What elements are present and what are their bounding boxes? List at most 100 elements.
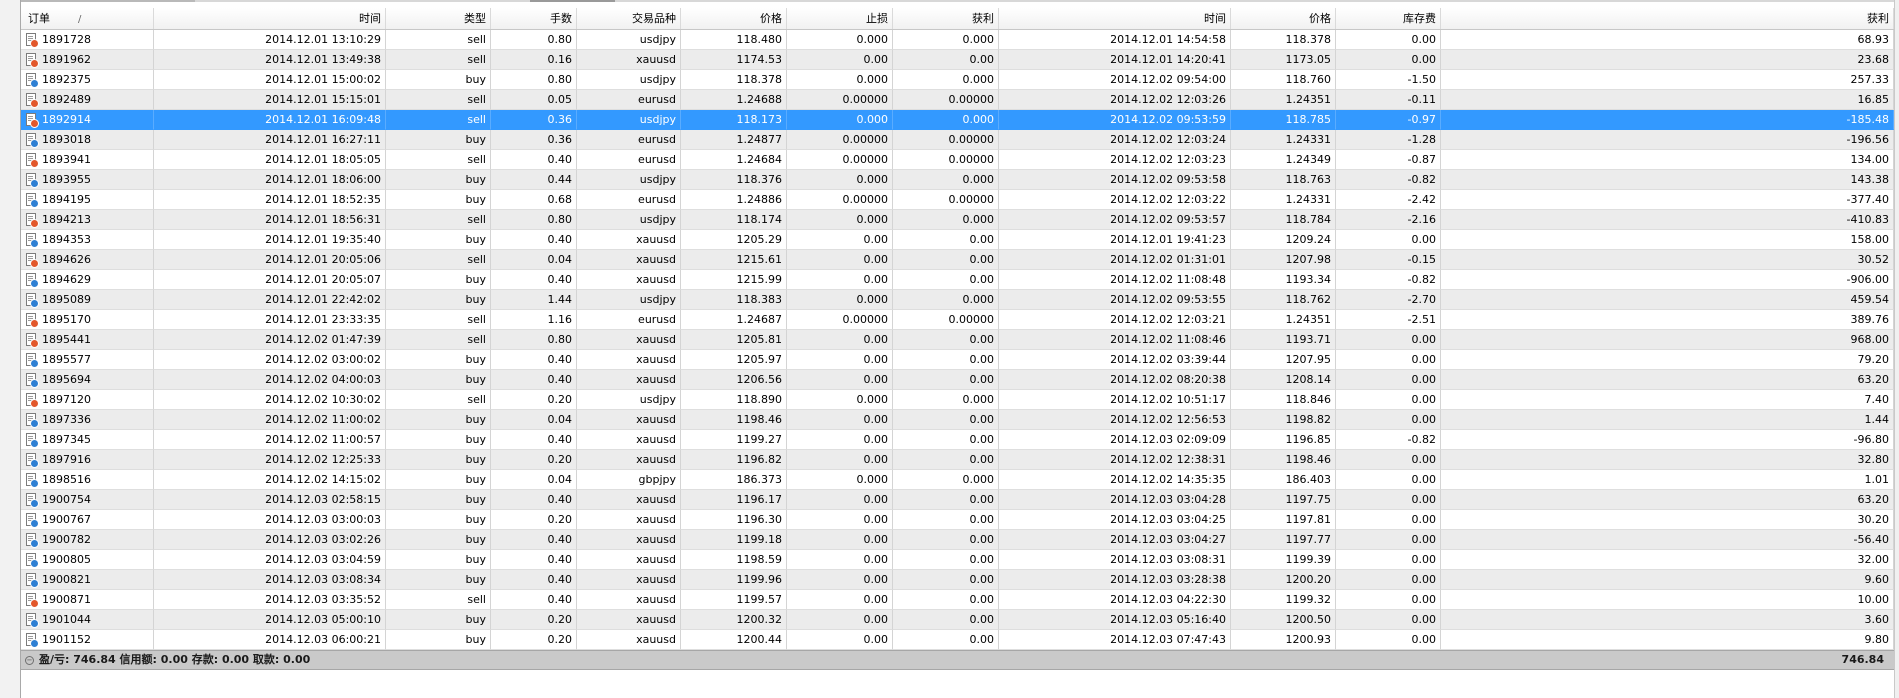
table-row[interactable]: 1892489 2014.12.01 15:15:01 sell 0.05 eurusd… xyxy=(21,90,1894,110)
header-col-stop-loss[interactable]: 止损 xyxy=(787,8,893,29)
cell-text: 32.00 xyxy=(1857,553,1890,566)
table-row[interactable]: 1895441 2014.12.02 01:47:39 sell 0.80 xauusd… xyxy=(21,330,1894,350)
cell-text: 0.00 xyxy=(1411,593,1437,606)
table-row[interactable]: 1900754 2014.12.03 02:58:15 buy 0.40 xauusd 1… xyxy=(21,490,1894,510)
collapse-circle-icon[interactable]: − xyxy=(25,656,34,665)
cell-text: 1900821 xyxy=(42,573,91,586)
header-label: 订单 xyxy=(28,12,50,25)
header-col-symbol[interactable]: 交易品种 xyxy=(577,8,681,29)
order-document-icon xyxy=(26,133,39,148)
table-row[interactable]: 1897120 2014.12.02 10:30:02 sell 0.20 usdjpy… xyxy=(21,390,1894,410)
table-row[interactable]: 1901152 2014.12.03 06:00:21 buy 0.20 xauusd 1… xyxy=(21,630,1894,650)
sell-badge-icon xyxy=(30,399,39,408)
buy-badge-icon xyxy=(30,239,39,248)
buy-badge-icon xyxy=(30,519,39,528)
cell-text: sell xyxy=(467,93,486,106)
table-row[interactable]: 1891962 2014.12.01 13:49:38 sell 0.16 xauusd… xyxy=(21,50,1894,70)
table-row[interactable]: 1900821 2014.12.03 03:08:34 buy 0.40 xauusd 1… xyxy=(21,570,1894,590)
table-row[interactable]: 1894353 2014.12.01 19:35:40 buy 0.40 xauusd 1… xyxy=(21,230,1894,250)
header-col-take-profit[interactable]: 获利 xyxy=(893,8,999,29)
cell-text: 2014.12.02 09:53:58 xyxy=(1110,173,1226,186)
cell-text: buy xyxy=(465,353,486,366)
cell-text: xauusd xyxy=(636,273,676,286)
cell-text: 1200.32 xyxy=(736,613,783,626)
header-col-open-price[interactable]: 价格 xyxy=(681,8,787,29)
table-row[interactable]: 1894213 2014.12.01 18:56:31 sell 0.80 usdjpy… xyxy=(21,210,1894,230)
cell-text: 0.20 xyxy=(547,633,573,646)
cell-text: 0.80 xyxy=(547,33,573,46)
header-col-order[interactable]: 订单 / xyxy=(21,8,154,29)
table-row[interactable]: 1894195 2014.12.01 18:52:35 buy 0.68 eurusd 1… xyxy=(21,190,1894,210)
cell-text: 2014.12.02 11:00:02 xyxy=(265,413,381,426)
table-row[interactable]: 1901044 2014.12.03 05:00:10 buy 0.20 xauusd 1… xyxy=(21,610,1894,630)
cell-text: 1893941 xyxy=(42,153,91,166)
cell-text: 0.00 xyxy=(1411,373,1437,386)
table-row[interactable]: 1895694 2014.12.02 04:00:03 buy 0.40 xauusd 1… xyxy=(21,370,1894,390)
cell-close-price: 1207.98 xyxy=(1231,250,1336,270)
header-label: 获利 xyxy=(1867,12,1889,25)
cell-text: 0.00 xyxy=(969,613,995,626)
order-document-icon xyxy=(26,373,39,388)
table-row[interactable]: 1894629 2014.12.01 20:05:07 buy 0.40 xauusd 1… xyxy=(21,270,1894,290)
cell-text: 1207.98 xyxy=(1285,253,1332,266)
table-row[interactable]: 1895577 2014.12.02 03:00:02 buy 0.40 xauusd 1… xyxy=(21,350,1894,370)
table-row[interactable]: 1893018 2014.12.01 16:27:11 buy 0.36 eurusd 1… xyxy=(21,130,1894,150)
cell-text: eurusd xyxy=(638,153,676,166)
header-col-profit[interactable]: 获利 xyxy=(1441,8,1894,29)
cell-text: buy xyxy=(465,493,486,506)
table-row[interactable]: 1894626 2014.12.01 20:05:06 sell 0.04 xauusd… xyxy=(21,250,1894,270)
cell-lots: 0.44 xyxy=(491,170,577,190)
cell-take-profit: 0.00 xyxy=(893,590,999,610)
header-col-lots[interactable]: 手数 xyxy=(491,8,577,29)
cell-text: 0.00000 xyxy=(842,153,889,166)
cell-close-time: 2014.12.02 09:53:55 xyxy=(999,290,1231,310)
table-row[interactable]: 1898516 2014.12.02 14:15:02 buy 0.04 gbpjpy 1… xyxy=(21,470,1894,490)
cell-text: 1198.59 xyxy=(736,553,783,566)
header-col-close-time[interactable]: 时间 xyxy=(999,8,1231,29)
cell-close-time: 2014.12.02 12:03:23 xyxy=(999,150,1231,170)
cell-close-price: 1207.95 xyxy=(1231,350,1336,370)
header-col-swap[interactable]: 库存费 xyxy=(1336,8,1441,29)
cell-text: 1895694 xyxy=(42,373,91,386)
cell-open-price: 118.376 xyxy=(681,170,787,190)
cell-swap: 0.00 xyxy=(1336,610,1441,630)
cell-open-time: 2014.12.01 15:15:01 xyxy=(154,90,386,110)
table-row[interactable]: 1895089 2014.12.01 22:42:02 buy 1.44 usdjpy 1… xyxy=(21,290,1894,310)
header-col-close-price[interactable]: 价格 xyxy=(1231,8,1336,29)
table-row[interactable]: 1893955 2014.12.01 18:06:00 buy 0.44 usdjpy 1… xyxy=(21,170,1894,190)
cell-text: buy xyxy=(465,193,486,206)
table-row[interactable]: 1895170 2014.12.01 23:33:35 sell 1.16 eurusd… xyxy=(21,310,1894,330)
table-row[interactable]: 1892375 2014.12.01 15:00:02 buy 0.80 usdjpy 1… xyxy=(21,70,1894,90)
table-row[interactable]: 1900767 2014.12.03 03:00:03 buy 0.20 xauusd 1… xyxy=(21,510,1894,530)
table-row[interactable]: 1893941 2014.12.01 18:05:05 sell 0.40 eurusd… xyxy=(21,150,1894,170)
cell-close-price: 1.24349 xyxy=(1231,150,1336,170)
cell-swap: 0.00 xyxy=(1336,330,1441,350)
cell-text: -2.42 xyxy=(1407,193,1436,206)
order-document-icon xyxy=(26,533,39,548)
cell-text: xauusd xyxy=(636,593,676,606)
cell-text: 2014.12.02 12:25:33 xyxy=(265,453,381,466)
cell-text: sell xyxy=(467,153,486,166)
cell-text: 0.16 xyxy=(547,53,573,66)
cell-text: 0.40 xyxy=(547,433,573,446)
cell-close-time: 2014.12.02 12:03:22 xyxy=(999,190,1231,210)
cell-text: 0.000 xyxy=(856,73,889,86)
header-col-type[interactable]: 类型 xyxy=(386,8,491,29)
cell-profit: 68.93 xyxy=(1441,30,1894,50)
table-row[interactable]: 1897336 2014.12.02 11:00:02 buy 0.04 xauusd 1… xyxy=(21,410,1894,430)
table-row[interactable]: 1897345 2014.12.02 11:00:57 buy 0.40 xauusd 1… xyxy=(21,430,1894,450)
cell-close-price: 1.24351 xyxy=(1231,90,1336,110)
header-col-open-time[interactable]: 时间 xyxy=(154,8,386,29)
cell-open-price: 1205.97 xyxy=(681,350,787,370)
table-row[interactable]: 1897916 2014.12.02 12:25:33 buy 0.20 xauusd 1… xyxy=(21,450,1894,470)
cell-text: sell xyxy=(467,213,486,226)
cell-type: buy xyxy=(386,170,491,190)
table-row[interactable]: 1900805 2014.12.03 03:04:59 buy 0.40 xauusd 1… xyxy=(21,550,1894,570)
table-row[interactable]: 1900782 2014.12.03 03:02:26 buy 0.40 xauusd 1… xyxy=(21,530,1894,550)
table-row[interactable]: 1891728 2014.12.01 13:10:29 sell 0.80 usdjpy… xyxy=(21,30,1894,50)
cell-text: 2014.12.02 12:56:53 xyxy=(1110,413,1226,426)
cell-order: 1893941 xyxy=(21,150,154,170)
cell-text: 0.00 xyxy=(1411,393,1437,406)
table-row[interactable]: 1892914 2014.12.01 16:09:48 sell 0.36 usdjpy… xyxy=(21,110,1894,130)
table-row[interactable]: 1900871 2014.12.03 03:35:52 sell 0.40 xauusd… xyxy=(21,590,1894,610)
